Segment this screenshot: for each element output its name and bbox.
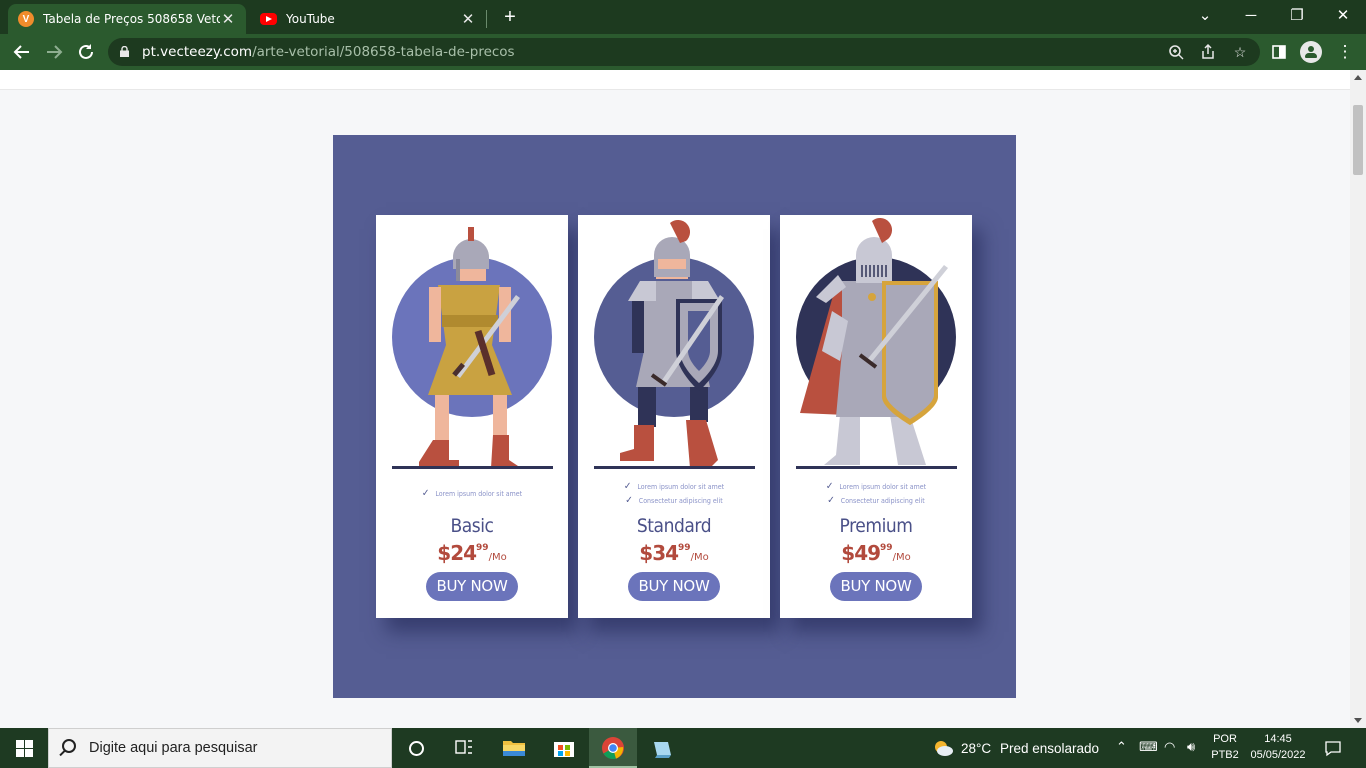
zoom-icon[interactable]: [1164, 40, 1188, 64]
buy-now-button[interactable]: BUY NOW: [830, 572, 922, 601]
gladiator-illustration: [392, 227, 552, 468]
browser-tab-strip: V Tabela de Preços 508658 Vetor no Vecte…: [0, 0, 1366, 34]
youtube-icon: [260, 13, 277, 25]
weather-description[interactable]: Pred ensolarado: [1000, 741, 1099, 756]
browser-toolbar: pt.vecteezy.com/arte-vetorial/508658-tab…: [0, 34, 1366, 70]
share-icon[interactable]: [1196, 40, 1220, 64]
plan-price: $3499/Mo: [639, 541, 709, 565]
feature-line: ✓ Lorem ipsum dolor sit amet: [421, 488, 523, 499]
site-header-strip: [0, 70, 1350, 90]
search-placeholder: Digite aqui para pesquisar: [89, 740, 258, 756]
taskbar-search-box[interactable]: Digite aqui para pesquisar: [48, 728, 392, 768]
file-explorer-icon[interactable]: [490, 728, 538, 768]
scroll-down-arrow-icon[interactable]: [1354, 718, 1362, 723]
plan-price: $4999/Mo: [841, 541, 911, 565]
chrome-icon[interactable]: [589, 728, 637, 768]
tab-vecteezy[interactable]: V Tabela de Preços 508658 Vetor no Vecte…: [8, 4, 246, 34]
plan-name: Standard: [636, 515, 712, 537]
lock-icon[interactable]: [120, 46, 129, 57]
feature-line: ✓ Consectetur adipiscing elit: [827, 495, 925, 506]
notification-icon[interactable]: [1323, 738, 1343, 761]
page-viewport: ✓ Lorem ipsum dolor sit amet Basic $2499/…: [0, 70, 1350, 728]
input-method-icon[interactable]: ⌨: [1139, 739, 1158, 755]
windows-logo-icon: [16, 740, 33, 757]
chevron-up-icon[interactable]: ⌃: [1116, 739, 1127, 755]
ground-line: [594, 466, 755, 469]
clock-date[interactable]: 05/05/2022: [1246, 749, 1310, 761]
minimize-button[interactable]: ─: [1228, 4, 1274, 28]
plan-price: $2499/Mo: [437, 541, 507, 565]
knight-with-shield-illustration: [594, 219, 754, 468]
bookmark-star-icon[interactable]: ☆: [1228, 40, 1252, 64]
checkmark-icon: ✓: [625, 495, 633, 506]
windows-taskbar: Digite aqui para pesquisar 28°C Pred ens…: [0, 728, 1366, 768]
back-arrow-icon[interactable]: [9, 39, 35, 65]
tab-youtube[interactable]: YouTube ✕: [250, 4, 486, 34]
start-button[interactable]: [0, 728, 48, 768]
plan-name: Premium: [839, 515, 913, 537]
side-panel-icon[interactable]: [1266, 39, 1292, 65]
task-view-icon[interactable]: [440, 728, 488, 768]
cortana-icon[interactable]: [409, 741, 424, 756]
scroll-up-arrow-icon[interactable]: [1354, 75, 1362, 80]
pricing-card-basic: ✓ Lorem ipsum dolor sit amet Basic $2499/…: [376, 215, 568, 618]
clock-time[interactable]: 14:45: [1246, 733, 1310, 745]
feature-line: ✓ Lorem ipsum dolor sit amet: [825, 481, 927, 492]
new-tab-button[interactable]: +: [499, 5, 521, 29]
notepad-app-icon[interactable]: [638, 728, 686, 768]
close-tab-icon[interactable]: ✕: [460, 10, 476, 28]
ground-line: [392, 466, 553, 469]
language-indicator[interactable]: POR: [1210, 733, 1240, 745]
checkmark-icon: ✓: [623, 481, 632, 492]
close-tab-icon[interactable]: ✕: [220, 10, 236, 28]
ground-line: [796, 466, 957, 469]
close-window-button[interactable]: ✕: [1320, 4, 1366, 28]
checkmark-icon: ✓: [421, 488, 430, 499]
menu-kebab-icon[interactable]: ⋮: [1332, 39, 1358, 65]
profile-avatar-icon[interactable]: [1300, 41, 1322, 63]
tab-search-chevron-down-icon[interactable]: ⌄: [1182, 4, 1228, 28]
url-text[interactable]: pt.vecteezy.com/arte-vetorial/508658-tab…: [142, 44, 515, 60]
forward-arrow-icon[interactable]: [41, 39, 67, 65]
tab-title: YouTube: [286, 12, 335, 26]
checkmark-icon: ✓: [827, 495, 835, 506]
page-scrollbar[interactable]: [1350, 70, 1366, 728]
feature-line: ✓ Consectetur adipiscing elit: [625, 495, 723, 506]
checkmark-icon: ✓: [825, 481, 834, 492]
restore-button[interactable]: ❐: [1274, 4, 1320, 28]
wifi-icon[interactable]: ◠: [1164, 739, 1175, 755]
pricing-card-standard: ✓ Lorem ipsum dolor sit amet ✓ Consectetur…: [578, 215, 770, 618]
weather-temp[interactable]: 28°C: [961, 741, 991, 756]
keyboard-layout[interactable]: PTB2: [1210, 749, 1240, 761]
armored-knight-illustration: [796, 217, 956, 465]
microsoft-store-icon[interactable]: [540, 728, 588, 768]
search-icon: [62, 739, 76, 753]
pricing-table-artwork[interactable]: ✓ Lorem ipsum dolor sit amet Basic $2499/…: [333, 135, 1016, 698]
address-bar[interactable]: pt.vecteezy.com/arte-vetorial/508658-tab…: [108, 38, 1260, 66]
vecteezy-icon: V: [18, 11, 34, 27]
plan-name: Basic: [450, 515, 494, 537]
buy-now-button[interactable]: BUY NOW: [628, 572, 720, 601]
tab-title: Tabela de Preços 508658 Vetor no Vecteez…: [43, 12, 220, 26]
volume-icon[interactable]: 🔊︎: [1187, 739, 1195, 755]
tab-divider: [486, 10, 487, 28]
feature-line: ✓ Lorem ipsum dolor sit amet: [623, 481, 725, 492]
reload-icon[interactable]: [73, 39, 99, 65]
buy-now-button[interactable]: BUY NOW: [426, 572, 518, 601]
scroll-thumb[interactable]: [1353, 105, 1363, 175]
weather-icon[interactable]: [932, 738, 954, 761]
pricing-card-premium: ✓ Lorem ipsum dolor sit amet ✓ Consectetur…: [780, 215, 972, 618]
